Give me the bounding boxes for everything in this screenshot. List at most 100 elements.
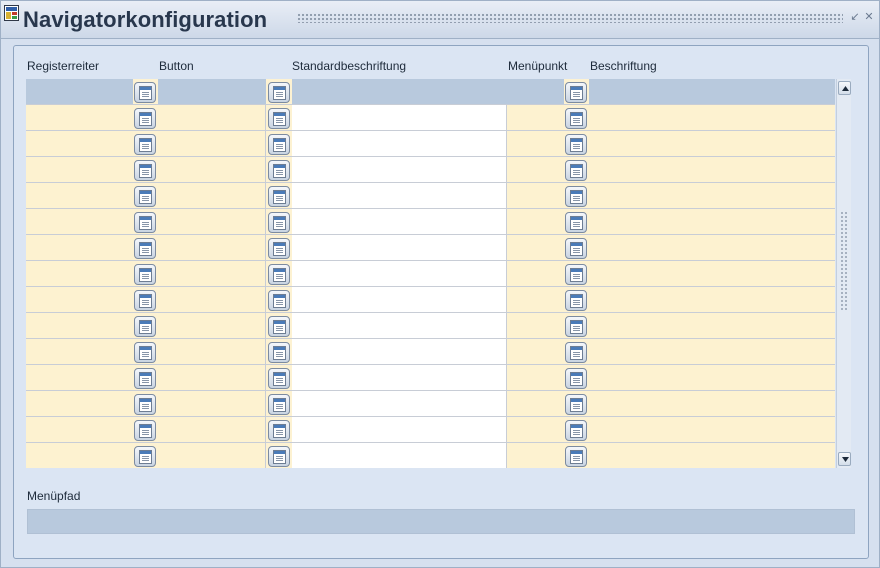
- cell-standardbeschriftung[interactable]: [292, 157, 507, 182]
- table-row[interactable]: [26, 417, 835, 443]
- lov-button-menuepunkt[interactable]: [565, 446, 587, 467]
- lov-button-registerreiter[interactable]: [134, 82, 156, 103]
- cell-beschriftung[interactable]: [589, 157, 835, 182]
- cell-registerreiter[interactable]: [26, 391, 133, 416]
- lov-button-registerreiter[interactable]: [134, 212, 156, 233]
- cell-button[interactable]: [158, 157, 266, 182]
- lov-button-menuepunkt[interactable]: [565, 108, 587, 129]
- cell-button[interactable]: [158, 365, 266, 390]
- cell-menuepunkt[interactable]: [507, 313, 564, 338]
- cell-menuepunkt[interactable]: [507, 105, 564, 130]
- cell-standardbeschriftung[interactable]: [292, 443, 507, 468]
- cell-beschriftung[interactable]: [589, 339, 835, 364]
- cell-beschriftung[interactable]: [589, 443, 835, 468]
- cell-standardbeschriftung[interactable]: [292, 287, 507, 312]
- cell-registerreiter[interactable]: [26, 261, 133, 286]
- lov-button-button[interactable]: [268, 264, 290, 285]
- lov-button-registerreiter[interactable]: [134, 316, 156, 337]
- cell-registerreiter[interactable]: [26, 417, 133, 442]
- lov-button-menuepunkt[interactable]: [565, 316, 587, 337]
- table-row[interactable]: [26, 365, 835, 391]
- minimize-icon[interactable]: ↙: [849, 11, 861, 23]
- lov-button-button[interactable]: [268, 394, 290, 415]
- cell-beschriftung[interactable]: [589, 365, 835, 390]
- lov-button-registerreiter[interactable]: [134, 160, 156, 181]
- cell-beschriftung[interactable]: [589, 131, 835, 156]
- cell-registerreiter[interactable]: [26, 313, 133, 338]
- cell-standardbeschriftung[interactable]: [292, 313, 507, 338]
- cell-beschriftung[interactable]: [589, 105, 835, 130]
- lov-button-menuepunkt[interactable]: [565, 290, 587, 311]
- cell-beschriftung[interactable]: [589, 183, 835, 208]
- cell-menuepunkt[interactable]: [507, 209, 564, 234]
- lov-button-button[interactable]: [268, 368, 290, 389]
- cell-button[interactable]: [158, 79, 266, 104]
- cell-registerreiter[interactable]: [26, 209, 133, 234]
- cell-beschriftung[interactable]: [589, 391, 835, 416]
- cell-button[interactable]: [158, 391, 266, 416]
- arrow-up-icon[interactable]: [838, 81, 851, 95]
- lov-button-button[interactable]: [268, 108, 290, 129]
- lov-button-button[interactable]: [268, 160, 290, 181]
- table-row[interactable]: [26, 79, 835, 105]
- lov-button-menuepunkt[interactable]: [565, 238, 587, 259]
- cell-standardbeschriftung[interactable]: [292, 417, 507, 442]
- lov-button-button[interactable]: [268, 342, 290, 363]
- table-row[interactable]: [26, 131, 835, 157]
- lov-button-menuepunkt[interactable]: [565, 368, 587, 389]
- lov-button-registerreiter[interactable]: [134, 342, 156, 363]
- cell-standardbeschriftung[interactable]: [292, 339, 507, 364]
- cell-button[interactable]: [158, 105, 266, 130]
- cell-button[interactable]: [158, 339, 266, 364]
- cell-menuepunkt[interactable]: [507, 391, 564, 416]
- lov-button-button[interactable]: [268, 186, 290, 207]
- lov-button-button[interactable]: [268, 212, 290, 233]
- menupfad-field[interactable]: [27, 509, 855, 534]
- table-row[interactable]: [26, 235, 835, 261]
- lov-button-menuepunkt[interactable]: [565, 394, 587, 415]
- cell-button[interactable]: [158, 235, 266, 260]
- cell-standardbeschriftung[interactable]: [292, 79, 507, 104]
- cell-beschriftung[interactable]: [589, 287, 835, 312]
- lov-button-button[interactable]: [268, 290, 290, 311]
- cell-menuepunkt[interactable]: [507, 183, 564, 208]
- cell-standardbeschriftung[interactable]: [292, 365, 507, 390]
- table-row[interactable]: [26, 313, 835, 339]
- cell-beschriftung[interactable]: [589, 209, 835, 234]
- cell-beschriftung[interactable]: [589, 417, 835, 442]
- lov-button-registerreiter[interactable]: [134, 186, 156, 207]
- cell-registerreiter[interactable]: [26, 235, 133, 260]
- cell-menuepunkt[interactable]: [507, 131, 564, 156]
- cell-menuepunkt[interactable]: [507, 443, 564, 468]
- cell-standardbeschriftung[interactable]: [292, 209, 507, 234]
- cell-menuepunkt[interactable]: [507, 235, 564, 260]
- cell-button[interactable]: [158, 443, 266, 468]
- lov-button-menuepunkt[interactable]: [565, 186, 587, 207]
- lov-button-button[interactable]: [268, 82, 290, 103]
- lov-button-registerreiter[interactable]: [134, 264, 156, 285]
- cell-button[interactable]: [158, 417, 266, 442]
- table-row[interactable]: [26, 287, 835, 313]
- lov-button-registerreiter[interactable]: [134, 238, 156, 259]
- lov-button-registerreiter[interactable]: [134, 108, 156, 129]
- vertical-scrollbar[interactable]: [836, 79, 851, 468]
- lov-button-menuepunkt[interactable]: [565, 160, 587, 181]
- cell-button[interactable]: [158, 131, 266, 156]
- cell-beschriftung[interactable]: [589, 261, 835, 286]
- cell-registerreiter[interactable]: [26, 105, 133, 130]
- cell-registerreiter[interactable]: [26, 183, 133, 208]
- lov-button-menuepunkt[interactable]: [565, 420, 587, 441]
- lov-button-menuepunkt[interactable]: [565, 212, 587, 233]
- lov-button-button[interactable]: [268, 316, 290, 337]
- lov-button-registerreiter[interactable]: [134, 446, 156, 467]
- table-row[interactable]: [26, 391, 835, 417]
- lov-button-registerreiter[interactable]: [134, 420, 156, 441]
- lov-button-button[interactable]: [268, 446, 290, 467]
- lov-button-button[interactable]: [268, 134, 290, 155]
- cell-standardbeschriftung[interactable]: [292, 261, 507, 286]
- lov-button-registerreiter[interactable]: [134, 394, 156, 415]
- cell-beschriftung[interactable]: [589, 79, 835, 104]
- lov-button-menuepunkt[interactable]: [565, 264, 587, 285]
- arrow-down-icon[interactable]: [838, 452, 851, 466]
- lov-button-registerreiter[interactable]: [134, 368, 156, 389]
